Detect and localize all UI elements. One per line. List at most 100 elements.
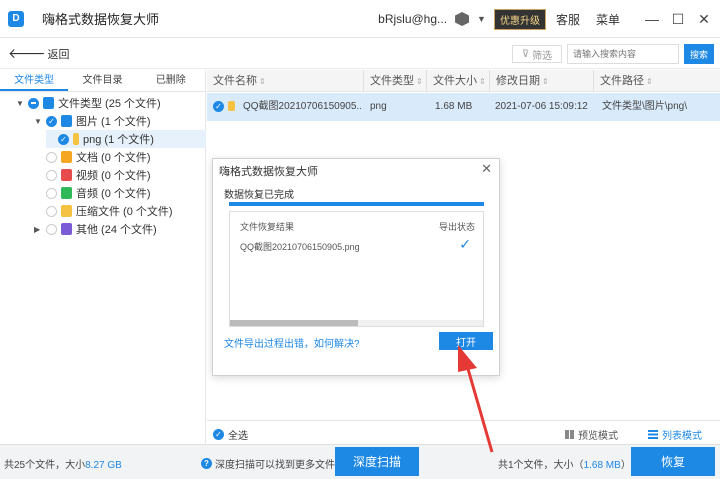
file-icon	[73, 133, 79, 145]
tree-item-png[interactable]: ✓ png (1 个文件)	[46, 130, 206, 148]
tree-item-label: 文件类型 (25 个文件)	[58, 98, 161, 110]
deep-scan-button[interactable]: 深度扫描	[335, 447, 419, 476]
recover-button[interactable]: 恢复	[631, 447, 715, 476]
sort-icon: ⇕	[416, 77, 423, 86]
checkbox-checked[interactable]: ✓	[213, 429, 224, 440]
search-button[interactable]: 搜索	[684, 44, 714, 64]
tree-item-videos[interactable]: 视频 (0 个文件)	[34, 166, 151, 184]
tab-deleted[interactable]: 已删除	[137, 70, 205, 91]
export-error-help-link[interactable]: 文件导出过程出错，如何解决?	[224, 335, 360, 350]
sort-icon: ⇕	[259, 77, 266, 86]
tree-item-label: png (1 个文件)	[83, 134, 154, 146]
select-all-checkbox[interactable]: ✓ 全选	[213, 427, 248, 442]
preview-mode-label: 预览模式	[578, 431, 618, 442]
tree-item-label: 音频 (0 个文件)	[76, 188, 151, 200]
tree-item-audio[interactable]: 音频 (0 个文件)	[34, 184, 151, 202]
expand-triangle-icon[interactable]: ▼	[16, 99, 24, 108]
tree-item-label: 图片 (1 个文件)	[76, 116, 151, 128]
dialog-status-text: 数据恢复已完成	[224, 190, 294, 201]
cell-date: 2021-07-06 15:09:12	[495, 101, 588, 112]
customer-service-button[interactable]: 客服	[556, 11, 580, 28]
recovery-complete-dialog: 嗨格式数据恢复大师 ✕ 数据恢复已完成 文件恢复结果 导出状态 QQ截图2021…	[212, 158, 500, 376]
column-header-type[interactable]: 文件类型 ⇕	[364, 70, 427, 92]
progress-bar	[229, 202, 484, 206]
image-icon	[61, 115, 72, 127]
app-logo-icon: D	[8, 10, 24, 27]
close-icon[interactable]: ✕	[694, 11, 714, 28]
checkbox-unchecked[interactable]	[46, 151, 57, 163]
filter-button[interactable]: ⊽ 筛选	[512, 45, 562, 63]
checkbox-unchecked[interactable]	[46, 205, 57, 217]
table-row[interactable]: ✓ QQ截图20210706150905... png 1.68 MB 2021…	[207, 93, 720, 121]
arrow-left-icon: 🡐	[8, 45, 46, 61]
close-icon[interactable]: ✕	[481, 161, 492, 177]
grid-view-icon	[565, 430, 574, 439]
vip-badge-icon[interactable]	[455, 12, 470, 26]
menu-button[interactable]: 菜单	[596, 11, 620, 28]
search-input[interactable]	[567, 44, 679, 64]
sort-icon: ⇕	[646, 77, 653, 86]
horizontal-scrollbar[interactable]	[230, 320, 483, 326]
total-size: 8.27 GB	[85, 460, 122, 471]
tree-item-all-types[interactable]: ▼ 文件类型 (25 个文件)	[16, 94, 161, 112]
checkbox-unchecked[interactable]	[46, 223, 57, 235]
list-mode-button[interactable]: 列表模式	[648, 427, 702, 442]
sidebar-tabs: 文件类型 文件目录 已删除	[0, 70, 205, 92]
open-button[interactable]: 打开	[439, 332, 493, 350]
select-all-label: 全选	[228, 431, 248, 442]
total-files-text: 共25个文件，大小	[4, 460, 86, 471]
tree-item-documents[interactable]: 文档 (0 个文件)	[34, 148, 151, 166]
cell-size: 1.68 MB	[435, 101, 473, 112]
checkbox-unchecked[interactable]	[46, 187, 57, 199]
tree-item-archives[interactable]: 压缩文件 (0 个文件)	[34, 202, 173, 220]
tab-file-type[interactable]: 文件类型	[0, 70, 69, 91]
column-header-path[interactable]: 文件路径 ⇕	[594, 70, 720, 92]
tree-item-other[interactable]: ▶ 其他 (24 个文件)	[34, 220, 157, 238]
checkbox-checked[interactable]: ✓	[46, 115, 57, 127]
checkbox-partial[interactable]	[28, 97, 39, 109]
preview-mode-button[interactable]: 预览模式	[565, 427, 618, 442]
progress-bar-fill	[229, 202, 484, 206]
checkbox-checked[interactable]: ✓	[58, 133, 69, 145]
deep-scan-hint: ? 深度扫描可以找到更多文件	[201, 456, 335, 471]
cell-path: 文件类型\图片\png\	[602, 101, 688, 112]
cell-name: QQ截图20210706150905...	[243, 101, 361, 112]
table-header: 文件名称 ⇕ 文件类型 ⇕ 文件大小 ⇕ 修改日期 ⇕ 文件路径 ⇕	[207, 70, 720, 92]
column-header-date[interactable]: 修改日期 ⇕	[490, 70, 594, 92]
dialog-title: 嗨格式数据恢复大师	[219, 166, 318, 178]
expand-triangle-icon[interactable]: ▼	[34, 117, 42, 126]
title-bar: D 嗨格式数据恢复大师 bRjslu@hg... ▼ 优惠升级 客服 菜单 — …	[0, 0, 720, 38]
tab-file-directory[interactable]: 文件目录	[68, 70, 136, 91]
selected-suffix: ）	[620, 460, 631, 471]
checkbox-unchecked[interactable]	[46, 169, 57, 181]
upgrade-button[interactable]: 优惠升级	[493, 8, 546, 30]
status-column-header: 导出状态	[438, 222, 475, 232]
filter-icon: ⊽	[521, 48, 530, 60]
tree-item-images[interactable]: ▼ ✓ 图片 (1 个文件)	[34, 112, 151, 130]
title-bar-controls: bRjslu@hg... ▼ 优惠升级 客服 菜单 — ☐ ✕	[378, 0, 714, 38]
audio-icon	[61, 187, 72, 199]
back-button[interactable]: 🡐 返回	[8, 45, 70, 62]
minimize-icon[interactable]: —	[642, 11, 662, 27]
tree-item-label: 视频 (0 个文件)	[76, 170, 151, 182]
checkmark-icon: ✓	[459, 236, 471, 252]
tree-item-label: 其他 (24 个文件)	[76, 224, 157, 236]
column-header-size[interactable]: 文件大小 ⇕	[427, 70, 490, 92]
scrollbar-thumb[interactable]	[230, 320, 358, 326]
tree-item-label: 文档 (0 个文件)	[76, 152, 151, 164]
deep-scan-hint-text: 深度扫描可以找到更多文件	[215, 460, 335, 471]
list-bottom-bar: ✓ 全选 预览模式 列表模式	[207, 420, 720, 444]
selected-size: 1.68 MB	[583, 460, 621, 471]
user-account[interactable]: bRjslu@hg...	[378, 12, 447, 26]
maximize-icon[interactable]: ☐	[668, 11, 688, 28]
other-icon	[61, 223, 72, 235]
folder-icon	[43, 97, 54, 109]
filter-label: 筛选	[532, 50, 553, 62]
column-header-name[interactable]: 文件名称 ⇕	[207, 70, 364, 92]
chevron-down-icon[interactable]: ▼	[477, 14, 486, 24]
document-icon	[61, 151, 72, 163]
footer: 共25个文件，大小8.27 GB ? 深度扫描可以找到更多文件 深度扫描 共1个…	[0, 444, 720, 479]
result-column-header: 文件恢复结果	[240, 222, 295, 232]
expand-triangle-icon[interactable]: ▶	[34, 225, 42, 234]
row-checkbox[interactable]: ✓	[213, 101, 224, 112]
